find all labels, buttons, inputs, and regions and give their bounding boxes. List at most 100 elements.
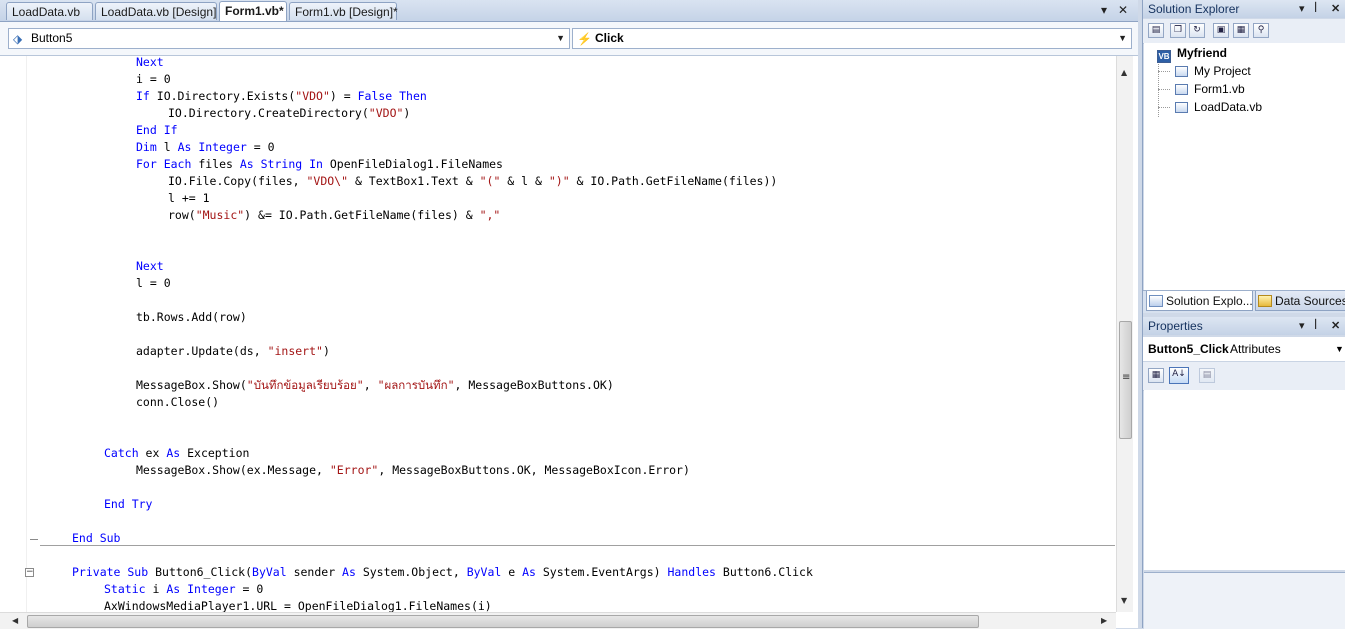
code-token: e bbox=[508, 565, 523, 579]
explorer-tabstrip: Solution Explo... Data Sources bbox=[1143, 290, 1345, 313]
horizontal-scrollbar[interactable]: ◀ ▶ bbox=[0, 612, 1116, 629]
close-icon[interactable]: ✕ bbox=[1331, 317, 1340, 335]
tab-data-sources[interactable]: Data Sources bbox=[1255, 291, 1345, 311]
code-token: = 0 bbox=[235, 582, 264, 596]
window-position-icon[interactable]: ▾ bbox=[1299, 317, 1305, 335]
keyword-token: False Then bbox=[357, 89, 427, 103]
code-line[interactable]: l += 1 bbox=[168, 190, 210, 207]
close-icon[interactable]: ✕ bbox=[1331, 0, 1340, 18]
tab-loaddata-design[interactable]: LoadData.vb [Design] bbox=[95, 2, 217, 20]
properties-icon[interactable]: ▤ bbox=[1148, 23, 1164, 38]
alphabetical-sort-icon[interactable]: A↓ bbox=[1169, 367, 1189, 384]
tree-item-loaddata[interactable]: LoadData.vb bbox=[1175, 98, 1262, 116]
code-line[interactable]: IO.File.Copy(files, "VDO\" & TextBox1.Te… bbox=[168, 173, 777, 190]
property-pages-icon[interactable]: ▤ bbox=[1199, 368, 1215, 383]
code-line[interactable]: Next bbox=[136, 258, 164, 275]
code-area[interactable]: − Next i = 0 If IO.Directory.Exists("VDO")… bbox=[0, 56, 1138, 629]
code-line[interactable]: IO.Directory.CreateDirectory("VDO") bbox=[168, 105, 410, 122]
scroll-left-icon[interactable]: ◀ bbox=[12, 616, 18, 625]
vertical-scrollbar[interactable]: ▲ ≡ ▼ bbox=[1116, 56, 1133, 612]
class-diagram-icon[interactable]: ⚲ bbox=[1253, 23, 1269, 38]
scroll-right-icon[interactable]: ▶ bbox=[1101, 616, 1107, 625]
chevron-down-icon[interactable]: ▼ bbox=[1118, 29, 1127, 48]
lightning-event-icon: ⚡ bbox=[577, 32, 592, 46]
code-token: & l & bbox=[500, 174, 549, 188]
code-line[interactable]: If IO.Directory.Exists("VDO") = False Th… bbox=[136, 88, 427, 105]
code-token: MessageBox.Show(ex.Message, bbox=[136, 463, 330, 477]
tab-list-dropdown-icon[interactable]: ▾ bbox=[1101, 3, 1107, 17]
tree-item-form1[interactable]: Form1.vb bbox=[1175, 80, 1245, 98]
tab-solution-explorer[interactable]: Solution Explo... bbox=[1146, 291, 1253, 311]
horizontal-scroll-thumb[interactable] bbox=[27, 615, 979, 628]
code-line[interactable]: MessageBox.Show(ex.Message, "Error", Mes… bbox=[136, 462, 690, 479]
scroll-up-icon[interactable]: ▲ bbox=[1121, 68, 1127, 77]
code-line[interactable]: row("Music") &= IO.Path.GetFileName(file… bbox=[168, 207, 500, 224]
code-line[interactable]: End Try bbox=[104, 496, 152, 513]
procedure-separator bbox=[40, 545, 1115, 546]
tab-label: Data Sources bbox=[1275, 294, 1345, 308]
code-token: Button6.Click bbox=[722, 565, 813, 579]
code-token: OpenFileDialog1.FileNames bbox=[329, 157, 503, 171]
categorized-icon[interactable]: ▦ bbox=[1148, 368, 1164, 383]
solution-explorer-title: Solution Explorer ▾ ꟾ ✕ bbox=[1143, 0, 1345, 18]
tab-form1-vb[interactable]: Form1.vb* bbox=[219, 1, 287, 21]
code-token: sender bbox=[293, 565, 343, 579]
code-line[interactable]: tb.Rows.Add(row) bbox=[136, 309, 247, 326]
code-line[interactable]: Dim l As Integer = 0 bbox=[136, 139, 275, 156]
string-token: "Music" bbox=[195, 208, 245, 222]
keyword-token: As bbox=[166, 446, 188, 460]
code-token: System.EventArgs) bbox=[542, 565, 668, 579]
code-line[interactable]: For Each files As String In OpenFileDial… bbox=[136, 156, 503, 173]
pin-icon[interactable]: ꟾ bbox=[1314, 0, 1317, 18]
code-line[interactable]: AxWindowsMediaPlayer1.URL = OpenFileDial… bbox=[104, 598, 492, 612]
code-line[interactable]: MessageBox.Show("บันทึกข้อมูลเรียบร้อย",… bbox=[136, 377, 614, 394]
code-line[interactable]: Static i As Integer = 0 bbox=[104, 581, 263, 598]
properties-object-combo[interactable]: Button5_Click Attributes ▼ bbox=[1143, 337, 1345, 362]
show-all-files-icon[interactable]: ❐ bbox=[1170, 23, 1186, 38]
pin-icon[interactable]: ꟾ bbox=[1314, 317, 1317, 335]
tree-item-my-project[interactable]: My Project bbox=[1175, 62, 1251, 80]
indicator-margin[interactable] bbox=[0, 56, 27, 612]
code-line[interactable]: l = 0 bbox=[136, 275, 171, 292]
code-line[interactable]: Next bbox=[136, 56, 164, 71]
tree-line bbox=[1158, 107, 1170, 108]
collapse-toggle-icon[interactable]: − bbox=[25, 568, 34, 577]
view-designer-icon[interactable]: ▦ bbox=[1233, 23, 1249, 38]
chevron-down-icon[interactable]: ▼ bbox=[1335, 337, 1344, 361]
code-line[interactable]: Catch ex As Exception bbox=[104, 445, 249, 462]
scroll-grip-icon: ≡ bbox=[1122, 372, 1131, 383]
chevron-down-icon[interactable]: ▼ bbox=[556, 29, 565, 48]
keyword-token: Catch bbox=[104, 446, 146, 460]
code-text[interactable]: Next i = 0 If IO.Directory.Exists("VDO") =… bbox=[40, 56, 1115, 612]
code-line[interactable]: i = 0 bbox=[136, 71, 171, 88]
solution-tree[interactable]: VB Myfriend My Project Form1.vb LoadData.… bbox=[1144, 43, 1345, 290]
solution-explorer-toolbar: ▤ ❐ ↻ ▣ ▦ ⚲ bbox=[1143, 19, 1345, 44]
code-line[interactable]: adapter.Update(ds, "insert") bbox=[136, 343, 330, 360]
solution-explorer-icon bbox=[1149, 295, 1163, 307]
keyword-token: If bbox=[136, 89, 157, 103]
tab-form1-design[interactable]: Form1.vb [Design]* bbox=[289, 2, 398, 20]
tree-project-root[interactable]: VB Myfriend bbox=[1157, 44, 1228, 63]
close-document-icon[interactable]: ✕ bbox=[1118, 3, 1128, 17]
properties-grid[interactable] bbox=[1144, 390, 1345, 570]
tab-loaddata-vb[interactable]: LoadData.vb bbox=[6, 2, 93, 20]
code-token: files bbox=[198, 157, 240, 171]
string-token: "ผลการบันทึก" bbox=[377, 378, 455, 392]
code-line[interactable]: conn.Close() bbox=[136, 394, 219, 411]
event-combo[interactable]: ⚡ Click ▼ bbox=[572, 28, 1132, 49]
view-code-icon[interactable]: ▣ bbox=[1213, 23, 1229, 38]
code-token: l += 1 bbox=[168, 191, 210, 205]
code-line[interactable]: Private Sub Button6_Click(ByVal sender A… bbox=[72, 564, 813, 581]
refresh-icon[interactable]: ↻ bbox=[1189, 23, 1205, 38]
string-token: "insert" bbox=[267, 344, 323, 358]
code-line[interactable]: End If bbox=[136, 122, 178, 139]
code-token: i = 0 bbox=[136, 72, 171, 86]
vb-project-icon: VB bbox=[1157, 50, 1171, 63]
code-token: , bbox=[363, 378, 378, 392]
project-root-label: Myfriend bbox=[1177, 46, 1228, 60]
string-token: "," bbox=[479, 208, 501, 222]
scroll-down-icon[interactable]: ▼ bbox=[1121, 596, 1127, 605]
object-combo[interactable]: ⬗ Button5 ▼ bbox=[8, 28, 570, 49]
my-project-icon bbox=[1175, 66, 1188, 77]
window-position-icon[interactable]: ▾ bbox=[1299, 0, 1305, 18]
